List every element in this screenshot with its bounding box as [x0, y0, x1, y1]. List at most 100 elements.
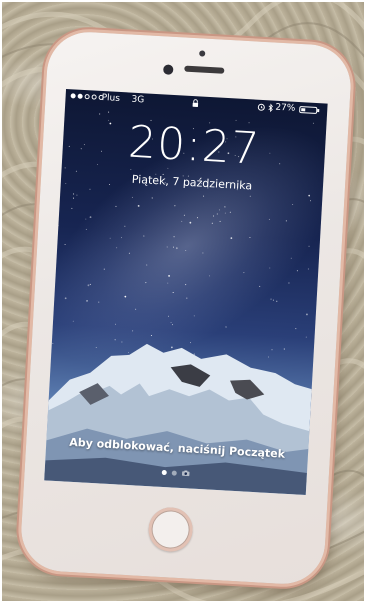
carrier-name: Plus: [101, 92, 121, 104]
star: [249, 195, 251, 197]
star: [174, 205, 176, 207]
star: [73, 193, 75, 195]
star: [225, 326, 227, 328]
star: [185, 284, 187, 286]
star: [272, 299, 274, 301]
star: [128, 252, 130, 254]
star: [71, 207, 73, 209]
page-dot: [171, 469, 177, 476]
star: [183, 214, 185, 216]
star: [202, 252, 204, 254]
star: [288, 282, 290, 284]
star: [224, 206, 226, 208]
star: [64, 243, 66, 245]
star: [285, 220, 287, 222]
star: [208, 275, 210, 277]
star: [172, 246, 174, 248]
star: [108, 111, 110, 113]
star: [86, 299, 88, 302]
star: [120, 237, 122, 239]
star: [76, 194, 78, 196]
bluetooth-icon: [268, 103, 273, 113]
star: [295, 328, 297, 330]
star: [218, 209, 220, 211]
lock-icon: [192, 99, 199, 108]
star: [166, 246, 168, 248]
star: [307, 268, 309, 270]
star: [309, 200, 311, 202]
star: [116, 247, 118, 249]
star: [296, 270, 298, 272]
star: [145, 282, 147, 284]
star: [64, 297, 67, 300]
star: [312, 122, 314, 124]
star: [172, 292, 174, 294]
star: [167, 282, 169, 284]
star: [146, 264, 148, 266]
star: [189, 221, 192, 224]
alarm-icon: [257, 103, 265, 111]
star: [308, 245, 310, 247]
star: [143, 235, 145, 237]
star: [73, 197, 75, 199]
star: [168, 275, 170, 277]
star: [213, 215, 215, 217]
photo: Plus 3G 27% 20:27 Piątek, 7 października…: [2, 2, 364, 601]
star: [114, 323, 116, 325]
iphone: Plus 3G 27% 20:27 Piątek, 7 października…: [19, 29, 353, 587]
star: [268, 218, 270, 220]
star: [65, 182, 67, 184]
star: [135, 308, 137, 310]
star: [230, 237, 233, 240]
star: [306, 313, 308, 316]
star: [89, 188, 91, 190]
star: [175, 247, 178, 250]
star: [269, 267, 271, 269]
star: [115, 205, 117, 207]
star: [305, 336, 307, 338]
star: [229, 211, 231, 213]
star: [89, 283, 91, 285]
battery-percent: 27%: [275, 102, 296, 114]
star: [172, 324, 174, 326]
star: [181, 220, 183, 222]
star: [89, 216, 92, 219]
star: [168, 315, 170, 317]
star: [186, 297, 188, 299]
star: [87, 284, 90, 287]
star: [259, 285, 261, 287]
star: [137, 204, 140, 207]
battery-icon: [299, 106, 320, 115]
battery-level-fill: [301, 108, 306, 112]
star: [270, 298, 272, 300]
star: [85, 228, 87, 230]
star: [173, 236, 175, 238]
star: [203, 195, 205, 197]
network-type: 3G: [131, 94, 145, 106]
star: [151, 197, 153, 199]
star: [98, 301, 100, 303]
star: [170, 321, 172, 323]
star: [132, 330, 134, 332]
signal-strength-icon: [70, 93, 104, 101]
star: [57, 225, 59, 227]
star: [130, 169, 132, 171]
star: [124, 225, 126, 227]
star: [216, 213, 218, 215]
star: [109, 237, 111, 239]
star: [224, 212, 226, 214]
star: [124, 295, 127, 298]
camera-icon[interactable]: [181, 470, 190, 477]
lock-screen[interactable]: Plus 3G 27% 20:27 Piątek, 7 października…: [44, 88, 328, 495]
star: [85, 218, 87, 220]
star: [249, 237, 251, 239]
star: [185, 249, 187, 251]
star: [235, 119, 237, 121]
star: [243, 272, 245, 274]
star: [292, 203, 294, 205]
star: [211, 222, 213, 224]
star: [219, 220, 221, 222]
star: [103, 268, 105, 270]
page-dot-current: [161, 469, 167, 475]
star: [276, 300, 278, 302]
